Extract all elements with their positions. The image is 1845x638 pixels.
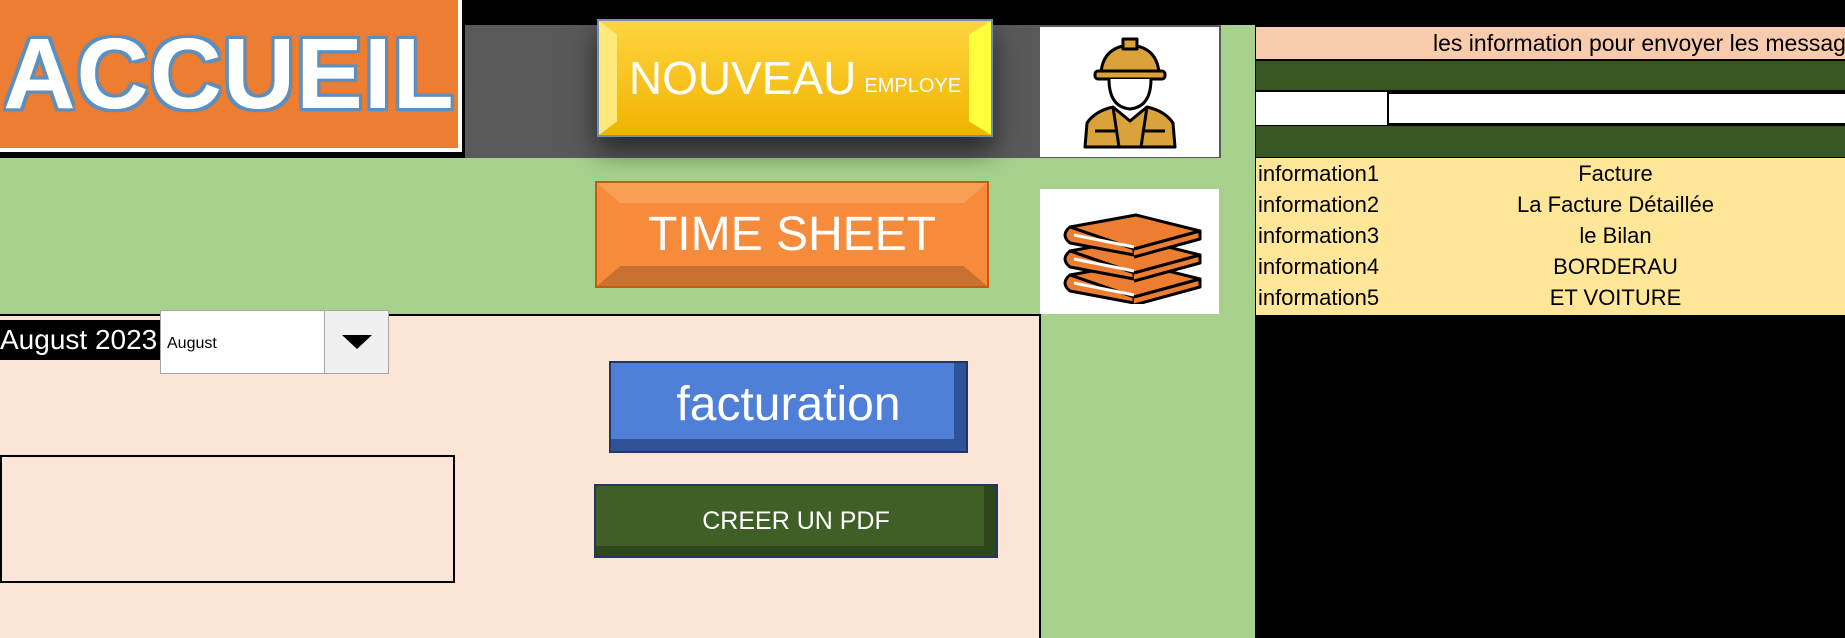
books-icon [1063, 213, 1201, 304]
month-dropdown[interactable]: August [160, 310, 389, 374]
chevron-down-icon [341, 335, 372, 349]
input-label-cell [1256, 92, 1387, 125]
green-side-strip [1221, 25, 1255, 158]
info-panel-divider [1256, 61, 1845, 90]
timesheet-button[interactable]: TIME SHEET [595, 181, 989, 288]
info-value: BORDERAU [1553, 254, 1678, 279]
info-value: ET VOITURE [1549, 285, 1682, 310]
info-value: le Bilan [1579, 223, 1652, 248]
page-title: ACCUEIL [3, 17, 455, 130]
dropdown-arrow-button[interactable] [324, 311, 388, 373]
info-value: Facture [1578, 161, 1653, 186]
new-employee-label: NOUVEAU [628, 52, 857, 104]
info-key: information4 [1258, 254, 1380, 279]
message-input[interactable] [1388, 93, 1845, 124]
table-row[interactable]: information1 Facture [1256, 158, 1845, 189]
info-key: information1 [1258, 161, 1380, 186]
worker-tile[interactable] [1040, 27, 1219, 157]
table-row[interactable]: information5 ET VOITURE [1256, 282, 1845, 313]
table-row[interactable]: information2 La Facture Détaillée [1256, 189, 1845, 220]
accueil-banner[interactable]: ACCUEIL [0, 0, 462, 152]
construction-worker-icon [1083, 37, 1176, 148]
month-dropdown-value: August [167, 335, 217, 352]
new-employee-sublabel: EMPLOYE [864, 74, 962, 97]
info-key: information5 [1258, 285, 1380, 310]
info-panel-divider [1256, 126, 1845, 157]
info-key: information2 [1258, 192, 1380, 217]
timesheet-label: TIME SHEET [647, 208, 937, 261]
info-value: La Facture Détaillée [1517, 192, 1714, 217]
info-table: information1 Facture information2 La Fac… [1256, 158, 1845, 315]
info-panel-title: les information pour envoyer les message… [1433, 30, 1845, 56]
create-pdf-button[interactable]: CREER UN PDF [594, 484, 998, 558]
facturation-label: facturation [676, 377, 901, 431]
books-tile[interactable] [1040, 189, 1219, 314]
create-pdf-label: CREER UN PDF [702, 506, 890, 535]
empty-text-box[interactable] [0, 455, 455, 583]
green-side-column [1040, 316, 1255, 638]
new-employee-button[interactable]: NOUVEAU EMPLOYE [597, 19, 993, 137]
month-year-display: August 2023 [0, 320, 162, 360]
info-panel-header: les information pour envoyer les message… [1256, 27, 1845, 59]
table-row[interactable]: information4 BORDERAU [1256, 251, 1845, 282]
info-key: information3 [1258, 223, 1380, 248]
table-row[interactable]: information3 le Bilan [1256, 220, 1845, 251]
facturation-button[interactable]: facturation [609, 361, 968, 453]
